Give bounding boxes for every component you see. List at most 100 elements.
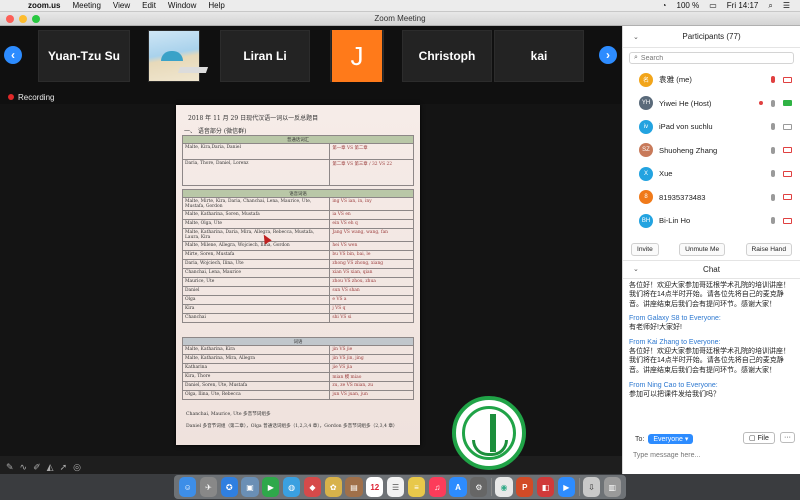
downloads-icon[interactable]: ⇩ [582, 477, 601, 497]
zoom-window-button[interactable] [32, 15, 40, 23]
video-tile[interactable]: Liran Li [220, 30, 310, 82]
menu-window[interactable]: Window [168, 1, 196, 10]
microphone-icon[interactable] [771, 99, 775, 107]
photos-app-icon[interactable]: ▣ [241, 477, 259, 497]
microphone-icon[interactable] [771, 217, 775, 225]
microphone-icon[interactable] [771, 146, 775, 154]
doc-row: Daniel sun VS shan [181, 286, 414, 297]
wifi-icon[interactable]: ◔ [662, 1, 667, 10]
battery-icon[interactable]: ▭ [709, 1, 717, 10]
menu-app[interactable]: zoom.us [28, 1, 60, 10]
chat-message-input[interactable] [633, 452, 793, 459]
pen-icon[interactable]: ✎ [6, 462, 14, 473]
doc-row: Mirte, Soren, Mustafa bu VS bin, bai, le [181, 250, 414, 261]
finder-icon[interactable]: ☺ [179, 477, 197, 497]
recipient-dropdown[interactable]: Everyone ▾ [648, 434, 694, 444]
menu-help[interactable]: Help [208, 1, 224, 10]
chat-messages[interactable]: 各位好！欢迎大家参加哥廷根学术孔院的培训讲座！我们将在14点半时开始。请各位先将… [623, 279, 800, 408]
participant-row[interactable]: 8 81935373483 [623, 186, 800, 210]
video-tile[interactable]: Yuan-Tzu Su [38, 30, 130, 82]
highlight-icon[interactable]: ✐ [33, 462, 41, 473]
raise-hand-button[interactable]: Raise Hand [745, 242, 792, 256]
powerpoint-icon[interactable]: P [516, 477, 534, 497]
more-options-button[interactable]: ··· [780, 432, 795, 443]
participant-status [759, 99, 792, 107]
camera-icon[interactable] [783, 123, 792, 130]
participant-status [771, 193, 792, 201]
doc-cell: Malte, Milene, Allegra, Wojciech, Ilina,… [181, 241, 331, 252]
menu-edit[interactable]: Edit [142, 1, 156, 10]
participant-row[interactable]: X Xue [623, 162, 800, 186]
participant-row[interactable]: 名袁雅 (me) [623, 68, 800, 92]
chevron-down-icon[interactable]: ⌄ [633, 265, 639, 273]
camera-icon[interactable] [783, 217, 792, 224]
clock[interactable]: Fri 14:17 [727, 1, 759, 10]
close-window-button[interactable] [6, 15, 14, 23]
camera-icon[interactable] [783, 147, 792, 154]
microphone-icon[interactable] [771, 170, 775, 178]
camera-icon[interactable] [783, 76, 792, 83]
participant-row[interactable]: iv iPad von suchlu [623, 115, 800, 139]
photos-icon[interactable]: ✿ [324, 477, 342, 497]
mac-menubar: zoom.us Meeting View Edit Window Help ◔ … [0, 0, 800, 12]
pdf-reader-icon[interactable]: ◧ [536, 477, 555, 497]
participants-list: 名袁雅 (me) YH Yiwei He (Host) iv iPad von such… [623, 68, 800, 233]
file-button[interactable]: ▢ File [743, 432, 775, 444]
app-store-icon[interactable]: A [449, 477, 467, 497]
video-tile[interactable]: Christoph [402, 30, 492, 82]
doc-cell: jin VS jie [329, 345, 414, 356]
doc-cell: jie VS jia [329, 363, 414, 374]
menu-meeting[interactable]: Meeting [72, 1, 100, 10]
calendar-icon[interactable]: 12 [366, 477, 384, 497]
microphone-icon[interactable] [771, 123, 775, 131]
participant-row[interactable]: BH Bi-Lin Ho [623, 209, 800, 233]
eraser-icon[interactable]: ◭ [47, 462, 54, 473]
launchpad-icon[interactable]: ✈ [199, 477, 218, 497]
doc-cell: zhong VS zhong, xiang [329, 259, 414, 270]
doc-cell: Daniel, Soren, Ute, Mustafa [181, 381, 331, 392]
invite-button[interactable]: Invite [631, 242, 659, 256]
microphone-icon[interactable] [771, 76, 775, 84]
microphone-icon[interactable] [771, 193, 775, 201]
settings-gear-icon[interactable]: ⚙ [470, 477, 488, 497]
video-tile[interactable]: kai [494, 30, 584, 82]
doc-cell: Malte, Kira,Daria, Daniel [181, 143, 331, 161]
participant-status [771, 217, 792, 225]
spotlight-icon[interactable]: ◎ [73, 462, 81, 473]
doc-row: Olga e VS a [181, 295, 414, 306]
trash-icon[interactable]: ▥ [603, 477, 621, 497]
minimize-window-button[interactable] [19, 15, 27, 23]
camera-icon[interactable] [783, 100, 792, 107]
notes-icon[interactable]: ≡ [407, 477, 426, 497]
messages-icon[interactable]: ◍ [282, 477, 301, 497]
draw-icon[interactable]: ∿ [20, 462, 28, 473]
facetime-icon[interactable]: ▶ [262, 477, 280, 497]
video-tile[interactable]: J [330, 30, 384, 82]
unmute-button[interactable]: Unmute Me [679, 242, 726, 256]
safari-icon[interactable]: ✪ [220, 477, 238, 497]
music-icon[interactable]: ♫ [428, 477, 446, 497]
camera-icon[interactable] [783, 194, 792, 201]
zoom-icon[interactable]: ▶ [557, 477, 575, 497]
doc-row: Chanchai, Lena, Maurice xian VS xian, qia… [181, 268, 414, 279]
participant-row[interactable]: SZ Shuoheng Zhang [623, 139, 800, 163]
video-tile[interactable] [148, 30, 209, 82]
notes-icon[interactable]: ▤ [345, 477, 363, 497]
participant-row[interactable]: YH Yiwei He (Host) [623, 92, 800, 116]
participants-title: Participants (77) [682, 32, 741, 41]
chevron-down-icon[interactable]: ⌄ [633, 33, 639, 41]
menu-icon[interactable]: ☰ [783, 1, 790, 10]
reminders-icon[interactable]: ☰ [386, 477, 405, 497]
tile-name: kai [530, 49, 548, 63]
prev-page-icon[interactable]: ‹ [4, 46, 22, 64]
doc-cell: Daria, Wojciech, Ilina, Ute [181, 259, 331, 270]
camera-icon[interactable] [783, 170, 792, 177]
recording-indicator[interactable]: Recording [0, 90, 622, 104]
search-input[interactable] [640, 54, 781, 62]
search-icon[interactable]: ⌕ [768, 1, 772, 11]
arrow-icon[interactable]: ➚ [60, 462, 68, 473]
chrome-icon[interactable]: ◉ [495, 477, 513, 497]
maps-icon[interactable]: ◆ [303, 477, 322, 497]
next-page-icon[interactable]: › [599, 46, 617, 64]
menu-view[interactable]: View [113, 1, 130, 10]
